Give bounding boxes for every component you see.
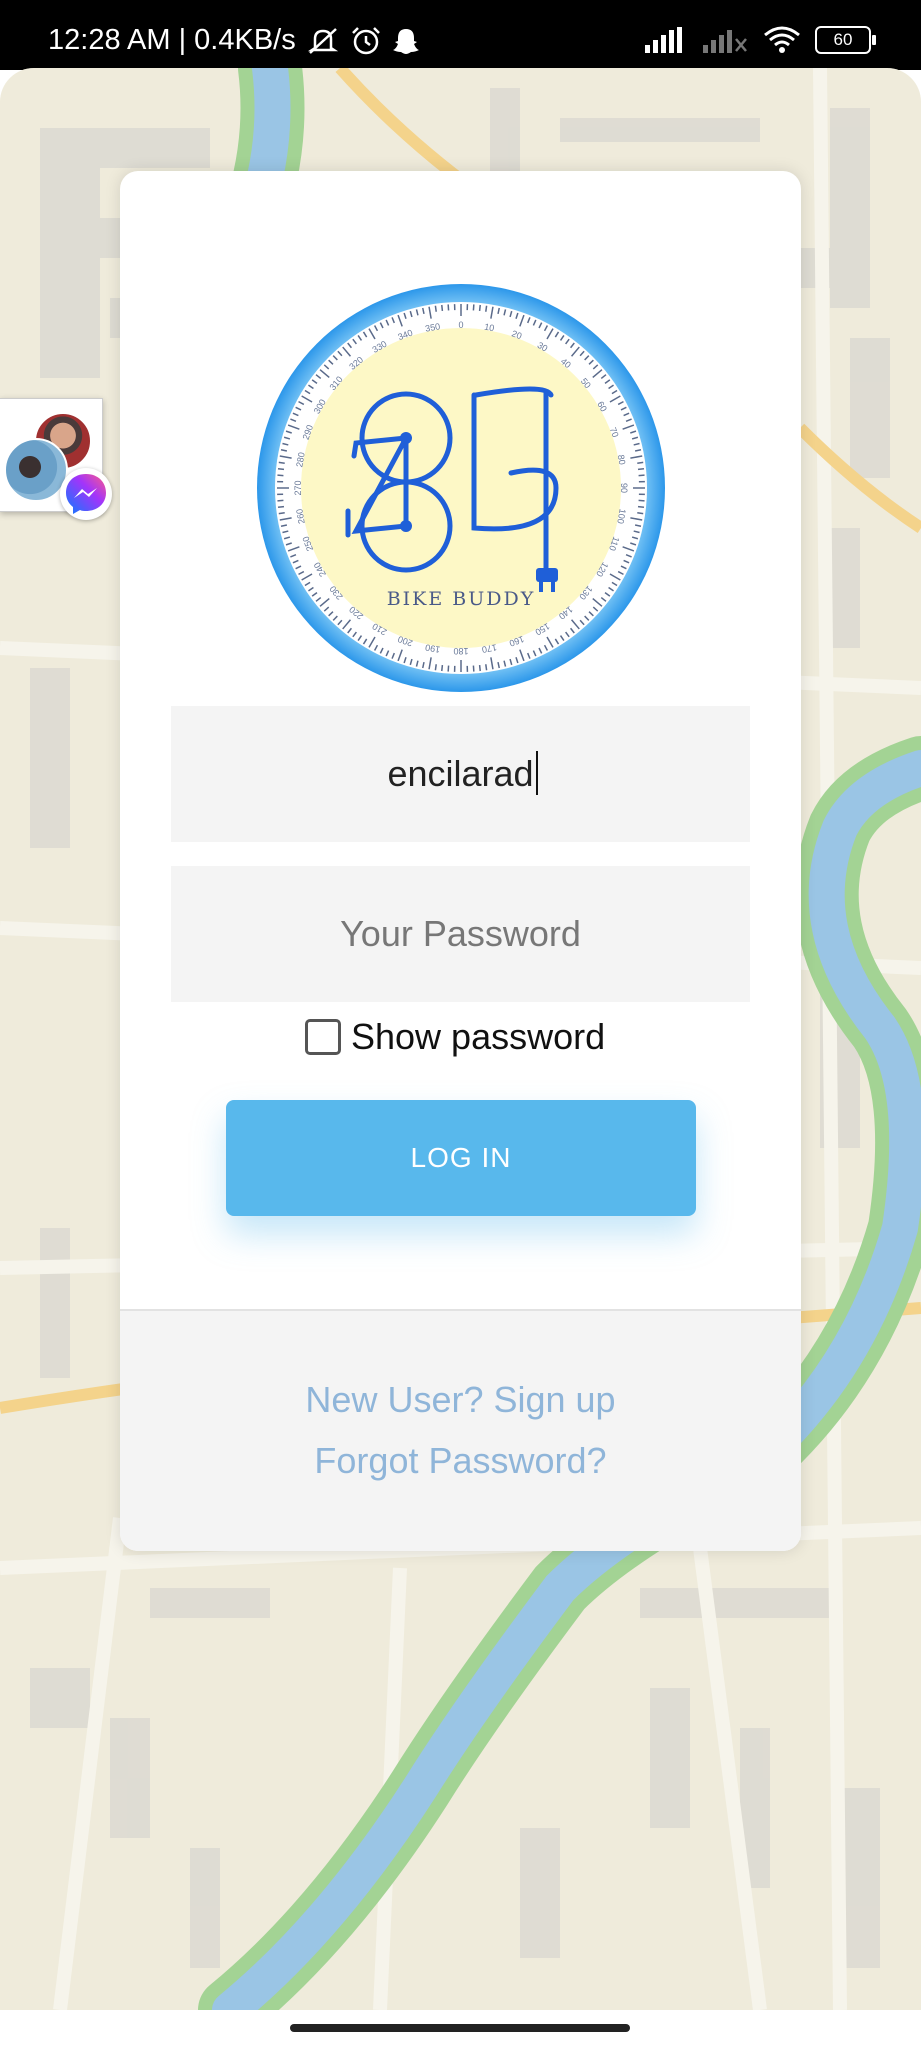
messenger-logo xyxy=(66,474,106,514)
login-button[interactable]: LOG IN xyxy=(226,1100,696,1216)
forgot-password-link[interactable]: Forgot Password? xyxy=(120,1440,801,1482)
dial-tick xyxy=(485,664,488,671)
username-input[interactable] xyxy=(171,706,750,842)
battery-icon: 60 xyxy=(815,26,876,54)
dial-tick xyxy=(441,304,444,312)
dial-tick xyxy=(637,505,645,508)
status-bar: 12:28 AM | 0.4KB/s 60 xyxy=(0,0,921,70)
dial-tick xyxy=(277,468,285,471)
wifi-icon xyxy=(764,26,800,53)
signal-icon xyxy=(645,27,682,53)
dial-number: 0 xyxy=(458,320,463,330)
status-time: 12:28 AM | 0.4KB/s xyxy=(48,24,296,56)
dial-tick xyxy=(485,305,488,312)
snapchat-icon xyxy=(392,28,419,54)
password-input[interactable] xyxy=(171,866,750,1002)
dial-tick xyxy=(434,664,437,671)
dial-tick xyxy=(478,664,481,672)
alarm-icon xyxy=(351,26,380,54)
status-right: 60 xyxy=(645,26,876,54)
logo-graphic: 0 102030405060708090100110120130140150160… xyxy=(257,284,665,692)
dial-number: 90 xyxy=(619,483,629,493)
show-password-toggle[interactable]: Show password xyxy=(305,1016,605,1058)
dial-number: 10 xyxy=(484,322,496,334)
bike-buddy-logo: 0 10 20 30 40 50 60 70 80 90 100 110 120 130 140 150 160… xyxy=(256,283,666,693)
status-left: 12:28 AM | 0.4KB/s xyxy=(48,24,420,57)
battery-level: 60 xyxy=(833,30,853,49)
dial-tick xyxy=(478,304,481,312)
dial-tick xyxy=(637,468,645,471)
card-footer xyxy=(120,1309,801,1551)
mute-icon xyxy=(307,27,338,54)
dial-tick xyxy=(637,512,644,515)
dial-tick xyxy=(277,505,285,508)
login-card: 0 10 20 30 40 50 60 70 80 90 100 110 120 130 140 150 160… xyxy=(120,171,801,1551)
chat-heads-bubble[interactable] xyxy=(0,398,120,528)
dial-number: 80 xyxy=(616,454,628,466)
dial-tick xyxy=(278,512,285,515)
dial-tick xyxy=(441,664,444,672)
logo-text: BIKE BUDDY xyxy=(387,588,536,610)
dial-tick xyxy=(637,461,644,464)
dial-number: 180 xyxy=(453,646,468,656)
dial-tick xyxy=(434,305,437,312)
text-cursor xyxy=(536,751,538,795)
show-password-label: Show password xyxy=(351,1016,606,1057)
dial-tick xyxy=(278,461,285,464)
avatar[interactable] xyxy=(4,438,68,502)
messenger-icon[interactable] xyxy=(60,468,112,520)
home-indicator[interactable] xyxy=(290,2024,630,2032)
signup-link[interactable]: New User? Sign up xyxy=(120,1379,801,1421)
signal-icon-secondary xyxy=(703,30,747,53)
dial-number: 270 xyxy=(293,480,303,495)
show-password-checkbox[interactable] xyxy=(305,1019,341,1055)
